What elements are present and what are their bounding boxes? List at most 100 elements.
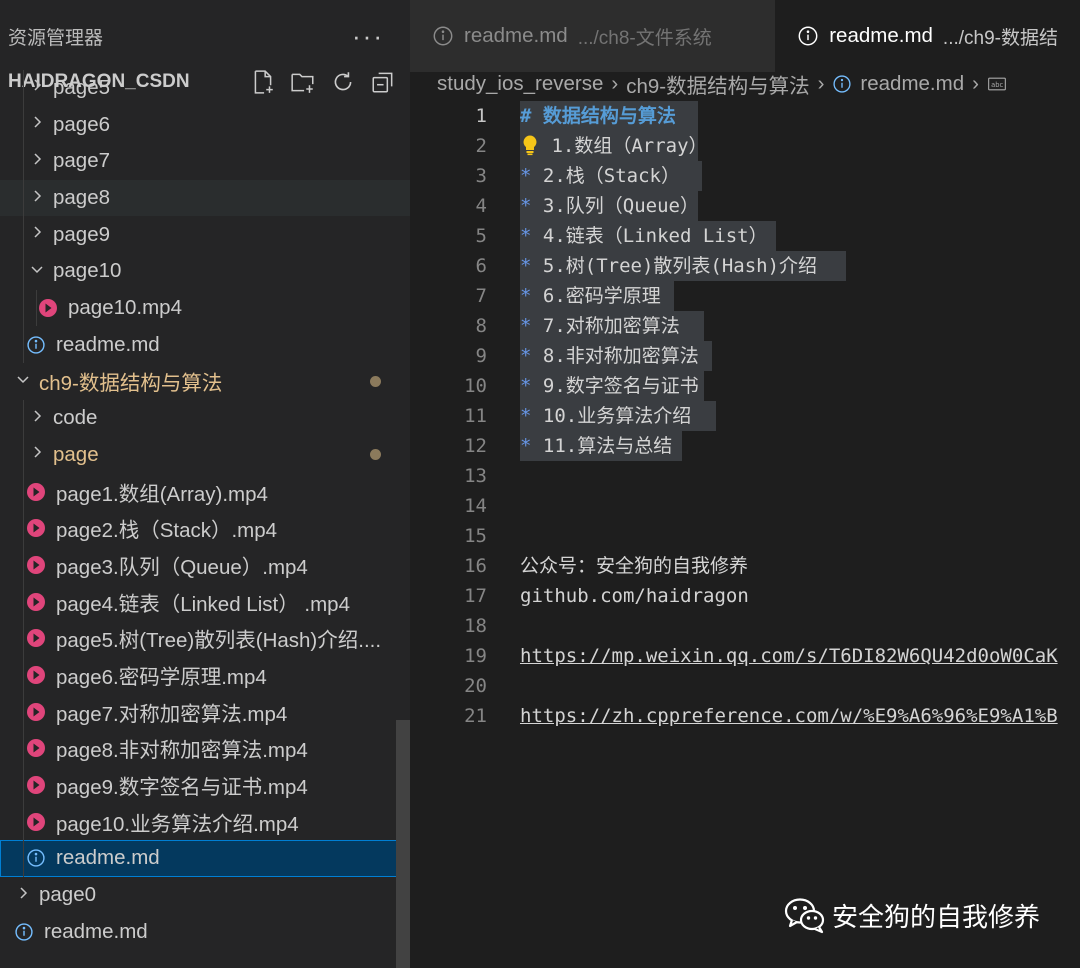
tree-item-label: page8 [53, 186, 111, 210]
chevron-right-icon [28, 188, 46, 209]
indent-guide [23, 69, 24, 107]
tree-item-label: page9.数字签名与证书.mp4 [56, 776, 308, 800]
tree-file[interactable]: page4.链表（Linked List） .mp4 [0, 583, 410, 620]
tree-folder[interactable]: page9 [0, 216, 410, 254]
editor-line[interactable]: 1 # 数据结构与算法 [410, 101, 1080, 131]
chevron-right-icon [28, 408, 46, 429]
tab-label: readme.md [829, 24, 933, 47]
editor-line[interactable]: 8 * 7.对称加密算法 [410, 311, 1080, 341]
tab-ch9-readme[interactable]: readme.md .../ch9-数据结 [775, 0, 1080, 72]
chevron-right-icon: › [817, 72, 825, 95]
list-item-text: 2.栈（Stack） [542, 165, 680, 187]
chevron-right-icon: › [611, 72, 619, 95]
tree-file[interactable]: page10.业务算法介绍.mp4 [0, 803, 410, 841]
tab-ch8-readme[interactable]: readme.md .../ch8-文件系统 [410, 0, 776, 72]
video-file-icon [26, 702, 46, 722]
tree-file[interactable]: page8.非对称加密算法.mp4 [0, 730, 410, 767]
bullet-marker: * [520, 345, 532, 367]
tree-folder[interactable]: page8 [0, 179, 410, 217]
chevron-down-icon [14, 371, 32, 392]
tree-item-label: page4.链表（Linked List） .mp4 [56, 592, 350, 616]
tree-file[interactable]: readme.md [0, 326, 410, 364]
code-text: * 10.业务算法介绍 [520, 401, 691, 431]
url-link[interactable]: https://zh.cppreference.com/w/%E9%A6%96%… [520, 705, 1058, 727]
tree-folder[interactable]: page [0, 436, 410, 474]
editor-line[interactable]: 4 * 3.队列（Queue） [410, 191, 1080, 221]
tree-file[interactable]: page5.树(Tree)散列表(Hash)介绍.... [0, 619, 410, 657]
tree-file[interactable]: readme.md [0, 840, 410, 877]
editor-line[interactable]: 9 * 8.非对称加密算法 [410, 341, 1080, 371]
tree-file[interactable]: page3.队列（Queue）.mp4 [0, 546, 410, 584]
sidebar-scrollbar[interactable] [396, 720, 410, 968]
info-icon [26, 335, 46, 355]
tree-folder[interactable]: ch9-数据结构与算法 [0, 363, 410, 400]
tree-file[interactable]: page2.栈（Stack）.mp4 [0, 509, 410, 547]
editor-line[interactable]: 12 * 11.算法与总结 [410, 431, 1080, 461]
editor-line[interactable]: 21 https://zh.cppreference.com/w/%E9%A6%9… [410, 701, 1080, 731]
line-number: 13 [464, 465, 487, 487]
code-text: * 5.树(Tree)散列表(Hash)介绍 [520, 251, 817, 281]
line-number: 10 [464, 375, 487, 397]
wechat-watermark: 安全狗的自我修养 [784, 896, 1040, 934]
tree-item-label: readme.md [56, 846, 160, 870]
tree-folder[interactable]: page7 [0, 143, 410, 180]
editor-line[interactable]: 13 [410, 461, 1080, 491]
chevron-down-icon [28, 261, 46, 282]
video-file-icon [38, 298, 58, 318]
breadcrumb-item-root[interactable]: study_ios_reverse [437, 72, 603, 96]
tree-file[interactable]: page6.密码学原理.mp4 [0, 656, 410, 694]
editor-line[interactable]: 6 * 5.树(Tree)散列表(Hash)介绍 [410, 251, 1080, 281]
editor-line[interactable]: 7 * 6.密码学原理 [410, 281, 1080, 311]
video-file-icon [26, 518, 46, 538]
editor-line[interactable]: 2 1.数组（Array） [410, 131, 1080, 161]
editor-line[interactable]: 15 [410, 521, 1080, 551]
video-file-icon [26, 738, 46, 758]
tree-item-label: ch9-数据结构与算法 [39, 372, 223, 396]
line-number: 3 [475, 165, 487, 187]
editor-line[interactable]: 11 * 10.业务算法介绍 [410, 401, 1080, 431]
tree-folder[interactable]: page10 [0, 253, 410, 290]
editor-line[interactable]: 14 [410, 491, 1080, 521]
editor-line[interactable]: 3 * 2.栈（Stack） [410, 161, 1080, 191]
list-item-text: 6.密码学原理 [542, 285, 661, 307]
editor-line[interactable]: 20 [410, 671, 1080, 701]
tree-file[interactable]: page10.mp4 [0, 289, 410, 327]
tree-folder[interactable]: code [0, 399, 410, 437]
editor-line[interactable]: 17 github.com/haidragon [410, 581, 1080, 611]
breadcrumb-item-folder[interactable]: ch9-数据结构与算法 [626, 69, 809, 99]
chevron-right-icon: › [972, 72, 979, 95]
tree-folder[interactable]: page0 [0, 877, 410, 914]
tree-item-label: readme.md [44, 919, 148, 943]
editor-line[interactable]: 10 * 9.数字签名与证书 [410, 371, 1080, 401]
text-symbol-icon[interactable]: abc [987, 74, 1007, 94]
editor-line[interactable]: 19 https://mp.weixin.qq.com/s/T6DI82W6QU4… [410, 641, 1080, 671]
tree-folder[interactable]: page5 [0, 69, 410, 107]
bullet-marker: * [520, 225, 532, 247]
tree-file[interactable]: page1.数组(Array).mp4 [0, 473, 410, 510]
tree-file[interactable]: page7.对称加密算法.mp4 [0, 693, 410, 731]
code-text: * 2.栈（Stack） [520, 161, 680, 191]
bullet-marker: * [520, 285, 532, 307]
breadcrumb-item-file[interactable]: readme.md [860, 72, 964, 96]
list-item-text: 7.对称加密算法 [542, 315, 680, 337]
indent-guide [23, 326, 24, 364]
editor-line[interactable]: 5 * 4.链表（Linked List） [410, 221, 1080, 251]
indent-guide [23, 179, 24, 217]
tree-folder[interactable]: page6 [0, 106, 410, 144]
line-number: 20 [464, 675, 487, 697]
tree-item-label: page5.树(Tree)散列表(Hash)介绍.... [56, 629, 382, 653]
tree-item-label: page6.密码学原理.mp4 [56, 665, 267, 689]
url-link[interactable]: https://mp.weixin.qq.com/s/T6DI82W6QU42d… [520, 645, 1058, 667]
line-number: 4 [475, 195, 487, 217]
lightbulb-icon[interactable] [520, 135, 540, 157]
editor-line[interactable]: 16 公众号：安全狗的自我修养 [410, 551, 1080, 581]
indent-guide [36, 289, 37, 327]
more-actions-icon[interactable]: ··· [352, 21, 384, 52]
svg-text:abc: abc [991, 81, 1003, 89]
tree-file[interactable]: page9.数字签名与证书.mp4 [0, 766, 410, 804]
tree-item-label: code [53, 406, 98, 430]
indent-guide [23, 253, 24, 290]
tree-file[interactable]: readme.md [0, 913, 410, 950]
editor-line[interactable]: 18 [410, 611, 1080, 641]
code-text: * 7.对称加密算法 [520, 311, 680, 341]
